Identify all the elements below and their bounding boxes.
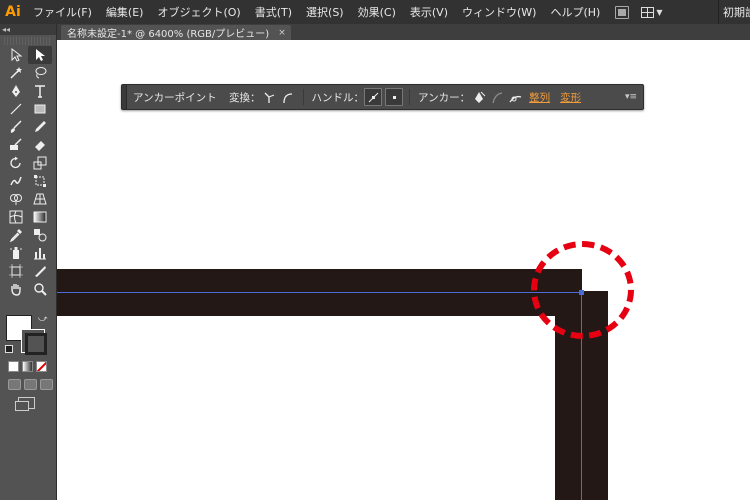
gradient-tool-icon[interactable] bbox=[28, 208, 52, 226]
paintbrush-tool-icon[interactable] bbox=[4, 118, 28, 136]
shape-builder-tool-icon[interactable] bbox=[4, 190, 28, 208]
menu-edit[interactable]: 編集(E) bbox=[99, 4, 151, 20]
pencil-tool-icon[interactable] bbox=[28, 118, 52, 136]
menu-type[interactable]: 書式(T) bbox=[248, 4, 299, 20]
default-fill-stroke-icon[interactable] bbox=[5, 345, 13, 353]
anchor-point-label: アンカーポイント bbox=[133, 91, 217, 104]
eyedropper-tool-icon[interactable] bbox=[4, 226, 28, 244]
align-link[interactable]: 整列 bbox=[524, 90, 555, 105]
bridge-icon[interactable] bbox=[615, 5, 630, 19]
rectangle-tool-icon[interactable] bbox=[28, 100, 52, 118]
highlight-circle bbox=[531, 241, 634, 339]
slice-tool-icon[interactable] bbox=[28, 262, 52, 280]
app-logo: Ai bbox=[5, 4, 21, 20]
menu-file[interactable]: ファイル(F) bbox=[26, 4, 99, 20]
magic-wand-tool-icon[interactable] bbox=[4, 64, 28, 82]
draw-normal-icon[interactable] bbox=[8, 379, 21, 390]
menu-effect[interactable]: 効果(C) bbox=[351, 4, 403, 20]
path-segment-horizontal[interactable] bbox=[57, 292, 582, 293]
convert-to-smooth-icon[interactable] bbox=[279, 88, 297, 106]
gradient-mode-icon[interactable] bbox=[22, 361, 33, 372]
selection-tool-icon[interactable] bbox=[4, 46, 28, 64]
tools-collapse-button[interactable]: ◂◂ bbox=[0, 24, 56, 35]
connect-anchors-icon[interactable] bbox=[488, 88, 506, 106]
workspace-switcher[interactable]: 初期設 bbox=[718, 0, 750, 24]
convert-label: 変換： bbox=[229, 91, 261, 104]
anchor-label: アンカー： bbox=[418, 91, 471, 104]
blob-brush-tool-icon[interactable] bbox=[4, 136, 28, 154]
free-transform-tool-icon[interactable] bbox=[28, 172, 52, 190]
column-graph-tool-icon[interactable] bbox=[28, 244, 52, 262]
eraser-tool-icon[interactable] bbox=[28, 136, 52, 154]
close-icon[interactable]: × bbox=[278, 28, 286, 38]
menu-window[interactable]: ウィンドウ(W) bbox=[455, 4, 543, 20]
tools-grip[interactable] bbox=[4, 37, 52, 45]
draw-behind-icon[interactable] bbox=[24, 379, 37, 390]
stroke-swatch[interactable] bbox=[21, 329, 47, 355]
line-tool-icon[interactable] bbox=[4, 100, 28, 118]
transform-link[interactable]: 変形 bbox=[555, 90, 586, 105]
menu-object[interactable]: オブジェクト(O) bbox=[150, 4, 247, 20]
type-tool-icon[interactable] bbox=[28, 82, 52, 100]
handle-label: ハンドル： bbox=[311, 91, 365, 104]
menu-view[interactable]: 表示(V) bbox=[403, 4, 455, 20]
screen-mode-icon[interactable] bbox=[15, 397, 35, 411]
cut-path-icon[interactable] bbox=[506, 88, 524, 106]
document-tab-title: 名称未設定-1* @ 6400% (RGB/プレビュー) bbox=[67, 29, 270, 40]
remove-anchor-icon[interactable] bbox=[470, 88, 488, 106]
artboard-tool-icon[interactable] bbox=[4, 262, 28, 280]
rotate-tool-icon[interactable] bbox=[4, 154, 28, 172]
show-handles-icon[interactable] bbox=[364, 88, 382, 106]
pen-tool-icon[interactable] bbox=[4, 82, 28, 100]
none-mode-icon[interactable] bbox=[36, 361, 47, 372]
arrange-documents-icon[interactable]: ▼ bbox=[641, 6, 663, 19]
hide-handles-icon[interactable] bbox=[385, 88, 403, 106]
mesh-tool-icon[interactable] bbox=[4, 208, 28, 226]
control-bar-menu-icon[interactable]: ▾≡ bbox=[625, 92, 637, 102]
blend-tool-icon[interactable] bbox=[28, 226, 52, 244]
scale-tool-icon[interactable] bbox=[28, 154, 52, 172]
perspective-grid-tool-icon[interactable] bbox=[28, 190, 52, 208]
document-tab[interactable]: 名称未設定-1* @ 6400% (RGB/プレビュー) × bbox=[61, 25, 291, 40]
menu-bar: Ai ファイル(F) 編集(E) オブジェクト(O) 書式(T) 選択(S) 効… bbox=[0, 0, 750, 24]
zoom-tool-icon[interactable] bbox=[28, 280, 52, 298]
document-tab-bar: 名称未設定-1* @ 6400% (RGB/プレビュー) × bbox=[57, 24, 750, 40]
lasso-tool-icon[interactable] bbox=[28, 64, 52, 82]
swap-fill-stroke-icon[interactable]: ⤻ bbox=[38, 314, 48, 324]
symbol-sprayer-tool-icon[interactable] bbox=[4, 244, 28, 262]
warp-tool-icon[interactable] bbox=[4, 172, 28, 190]
tools-panel: ◂◂ ⤻ bbox=[0, 24, 57, 500]
menu-select[interactable]: 選択(S) bbox=[299, 4, 351, 20]
convert-to-corner-icon[interactable] bbox=[261, 88, 279, 106]
hand-tool-icon[interactable] bbox=[4, 280, 28, 298]
menu-help[interactable]: ヘルプ(H) bbox=[543, 4, 607, 20]
draw-inside-icon[interactable] bbox=[40, 379, 53, 390]
control-bar: アンカーポイント 変換： ハンドル： アンカー： 整列 変形 ▾≡ bbox=[121, 84, 644, 110]
direct-selection-tool-icon[interactable] bbox=[28, 46, 52, 64]
color-mode-icon[interactable] bbox=[8, 361, 19, 372]
